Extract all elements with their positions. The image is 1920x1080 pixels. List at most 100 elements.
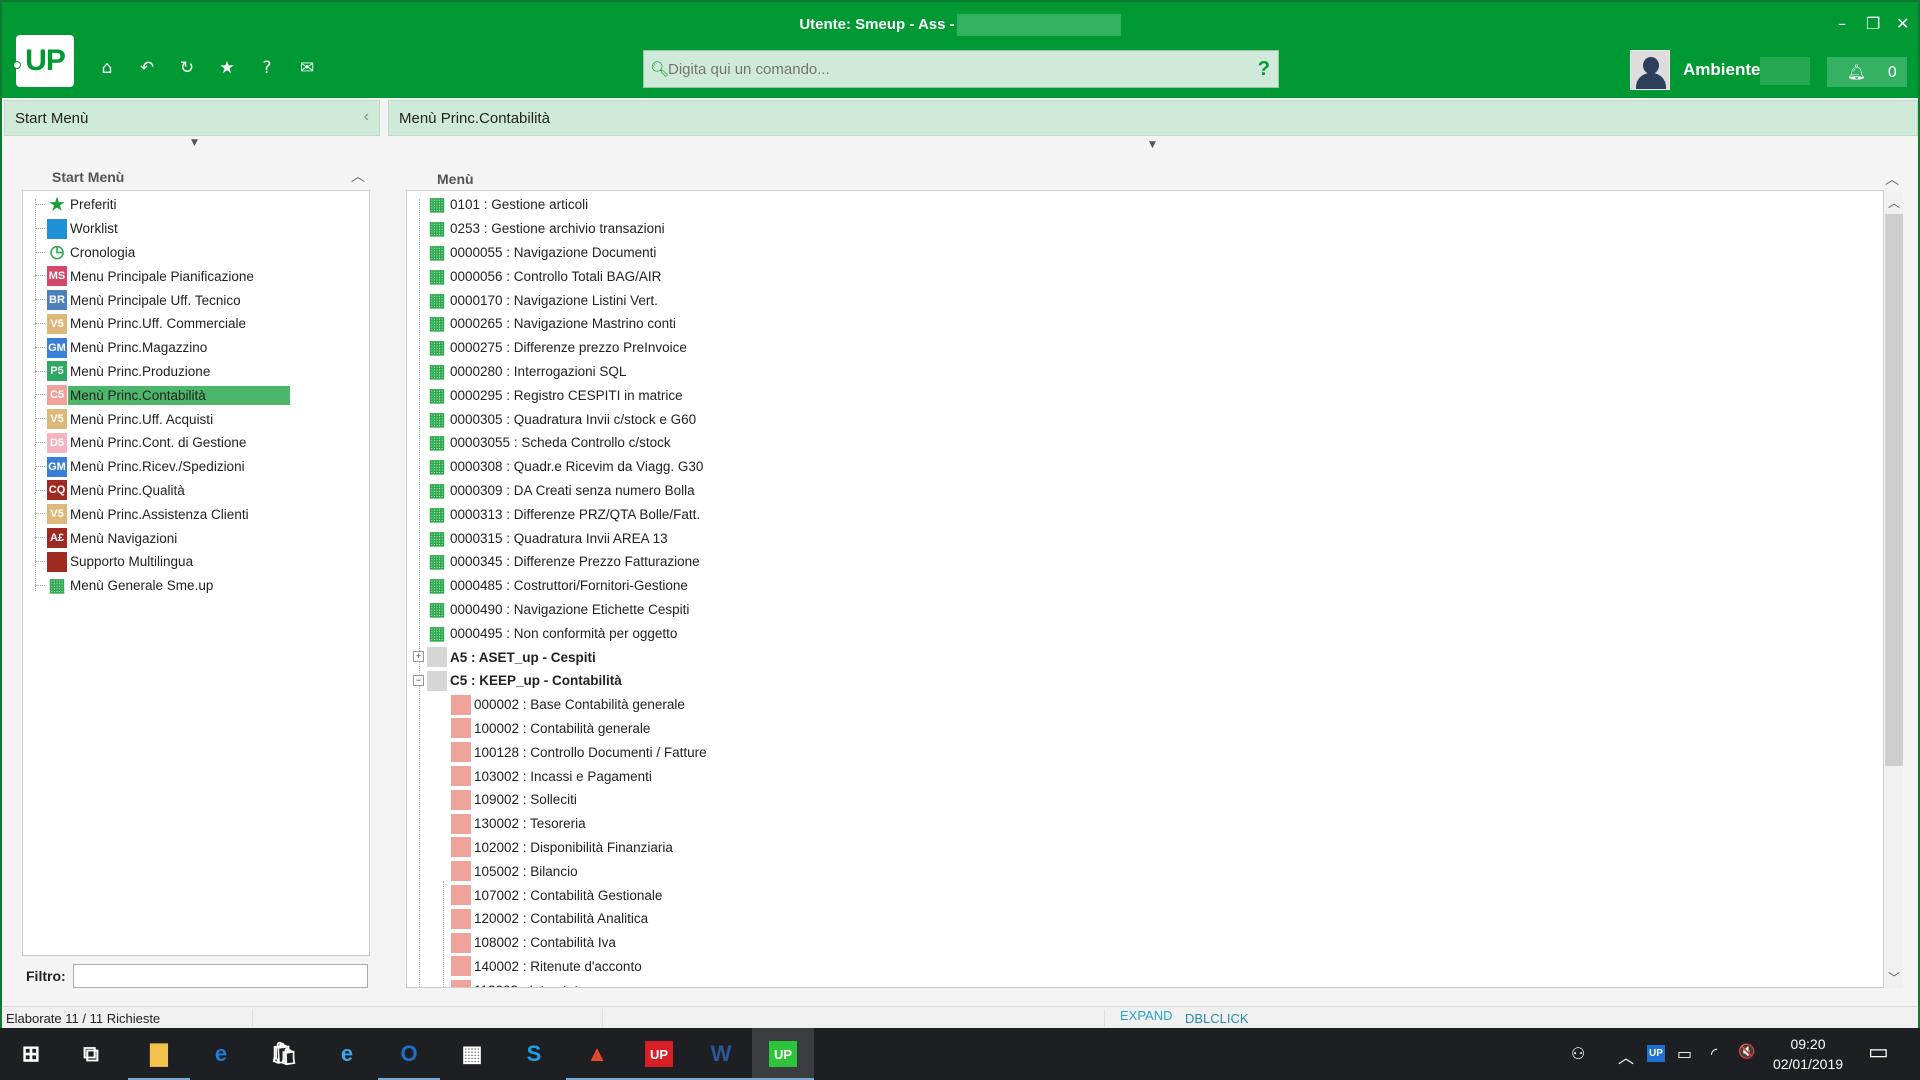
environment-value[interactable] xyxy=(1760,57,1810,85)
start-menu-item[interactable]: GM Menù Princ.Ricev./Spedizioni xyxy=(23,455,369,479)
file-explorer-app[interactable]: ▇ xyxy=(128,1028,190,1080)
menu-group-row[interactable]: + A5 : ASET_up - Cespiti xyxy=(407,645,1883,669)
command-input[interactable] xyxy=(668,51,1258,87)
skype-app[interactable]: S xyxy=(503,1028,565,1080)
undo-icon[interactable]: ↶ xyxy=(137,58,157,78)
outlook-app[interactable]: O xyxy=(378,1028,440,1080)
scroll-down-icon[interactable]: ﹀ xyxy=(1885,969,1903,986)
menu-item-row[interactable]: 140002 : Ritenute d'acconto xyxy=(407,955,1883,979)
menu-item-row[interactable]: 102002 : Disponibilità Finanziaria xyxy=(407,836,1883,860)
expand-link[interactable]: EXPAND xyxy=(1120,1009,1173,1022)
menu-item-row[interactable]: ▦ 0000280 : Interrogazioni SQL xyxy=(407,360,1883,384)
command-help-icon[interactable]: ? xyxy=(1258,58,1270,81)
start-menu-item[interactable]: Worklist xyxy=(23,217,369,241)
menu-item-row[interactable]: ▦ 0000170 : Navigazione Listini Vert. xyxy=(407,288,1883,312)
menu-item-row[interactable]: ▦ 0253 : Gestione archivio transazioni xyxy=(407,217,1883,241)
people-icon[interactable]: ⚇ xyxy=(1571,1044,1585,1063)
tray-chevron-icon[interactable]: ︿ xyxy=(1618,1044,1634,1068)
user-avatar[interactable] xyxy=(1630,50,1670,90)
start-menu-item[interactable]: CQ Menù Princ.Qualità xyxy=(23,479,369,503)
menu-item-row[interactable]: ▦ 0000275 : Differenze prezzo PreInvoice xyxy=(407,336,1883,360)
menu-item-row[interactable]: 108002 : Contabilità Iva xyxy=(407,931,1883,955)
notifications-button[interactable]: 🔔︎ 0 xyxy=(1827,57,1907,87)
start-menu-item[interactable]: D5 Menù Princ.Cont. di Gestione xyxy=(23,431,369,455)
store-app[interactable]: 🛍 xyxy=(253,1028,315,1080)
dblclick-link[interactable]: DBLCLICK xyxy=(1185,1011,1249,1026)
filter-input[interactable] xyxy=(73,964,368,988)
menu-item-row[interactable]: ▦ 0000055 : Navigazione Documenti xyxy=(407,241,1883,265)
expand-icon[interactable]: + xyxy=(413,651,424,663)
restore-button[interactable]: ❐ xyxy=(1866,14,1880,33)
action-center-icon[interactable]: ▭ xyxy=(1868,1040,1889,1065)
menu-item-row[interactable]: 103002 : Incassi e Pagamenti xyxy=(407,764,1883,788)
start-button[interactable]: ⊞ xyxy=(0,1028,62,1080)
smeup-tray-icon[interactable]: UP xyxy=(1647,1045,1665,1062)
menu-item-row[interactable]: 120002 : Contabilità Analitica xyxy=(407,907,1883,931)
start-menu-item[interactable]: ▦ Menù Generale Sme.up xyxy=(23,574,369,598)
menu-item-row[interactable]: ▦ 0000295 : Registro CESPITI in matrice xyxy=(407,383,1883,407)
close-button[interactable]: ✕ xyxy=(1896,14,1909,33)
start-menu-item[interactable]: V5 Menù Princ.Assistenza Clienti xyxy=(23,502,369,526)
start-menu-item[interactable]: BR Menù Principale Uff. Tecnico xyxy=(23,288,369,312)
right-dropdown-arrow-icon[interactable]: ▼ xyxy=(1149,140,1156,150)
start-menu-item[interactable]: V5 Menù Princ.Uff. Commerciale xyxy=(23,312,369,336)
vertical-scrollbar[interactable]: ︿ ﹀ xyxy=(1885,192,1903,988)
menu-item-row[interactable]: ▦ 0000315 : Quadratura Invii AREA 13 xyxy=(407,526,1883,550)
smeup-red-app[interactable]: UP xyxy=(628,1028,690,1080)
menu-group-row[interactable]: − C5 : KEEP_up - Contabilità xyxy=(407,669,1883,693)
menu-item-row[interactable]: ▦ 00003055 : Scheda Controllo c/stock xyxy=(407,431,1883,455)
left-section-collapse-icon[interactable]: ︿ xyxy=(351,166,365,186)
collapse-icon[interactable]: − xyxy=(413,674,424,686)
edge-app[interactable]: e xyxy=(190,1028,252,1080)
menu-item-row[interactable]: 105002 : Bilancio xyxy=(407,859,1883,883)
collapse-left-panel-icon[interactable]: ‹ xyxy=(364,108,369,126)
start-menu-item[interactable]: ◷ Cronologia xyxy=(23,241,369,265)
menu-item-row[interactable]: 100002 : Contabilità generale xyxy=(407,717,1883,741)
start-menu-item[interactable]: GM Menù Princ.Magazzino xyxy=(23,336,369,360)
minimize-button[interactable]: – xyxy=(1838,14,1846,33)
menu-item-row[interactable]: ▦ 0000309 : DA Creati senza numero Bolla xyxy=(407,479,1883,503)
start-menu-item[interactable]: ★ Preferiti xyxy=(23,193,369,217)
menu-item-row[interactable]: 112002 : Intrastat xyxy=(407,978,1883,987)
menu-item-row[interactable]: 109002 : Solleciti xyxy=(407,788,1883,812)
scrollbar-thumb[interactable] xyxy=(1885,214,1903,766)
right-section-collapse-icon[interactable]: ︿ xyxy=(1885,169,1899,189)
menu-item-row[interactable]: 000002 : Base Contabilità generale xyxy=(407,693,1883,717)
menu-item-row[interactable]: 107002 : Contabilità Gestionale xyxy=(407,883,1883,907)
left-dropdown-arrow-icon[interactable]: ▼ xyxy=(191,138,198,148)
menu-item-row[interactable]: ▦ 0000345 : Differenze Prezzo Fatturazion… xyxy=(407,550,1883,574)
menu-item-row[interactable]: ▦ 0000056 : Controllo Totali BAG/AIR xyxy=(407,264,1883,288)
clock[interactable]: 09:20 02/01/2019 xyxy=(1768,1034,1848,1074)
menu-item-row[interactable]: ▦ 0000265 : Navigazione Mastrino conti xyxy=(407,312,1883,336)
scroll-up-icon[interactable]: ︿ xyxy=(1885,194,1903,211)
menu-item-row[interactable]: ▦ 0000495 : Non conformità per oggetto xyxy=(407,621,1883,645)
menu-item-row[interactable]: ▦ 0000308 : Quadr.e Ricevim da Viagg. G30 xyxy=(407,455,1883,479)
help-icon[interactable]: ? xyxy=(257,58,277,78)
smeup-logo[interactable]: UP xyxy=(13,35,74,87)
calculator-app[interactable]: ▦ xyxy=(441,1028,503,1080)
menu-item-row[interactable]: ▦ 0000305 : Quadratura Invii c/stock e G6… xyxy=(407,407,1883,431)
battery-icon[interactable]: ▭ xyxy=(1677,1044,1692,1063)
word-app[interactable]: W xyxy=(690,1028,752,1080)
menu-item-row[interactable]: ▦ 0000485 : Costruttori/Fornitori-Gestion… xyxy=(407,574,1883,598)
mail-icon[interactable]: ✉ xyxy=(297,58,317,78)
menu-item-row[interactable]: ▦ 0101 : Gestione articoli xyxy=(407,193,1883,217)
start-menu-item[interactable]: MS Menu Principale Pianificazione xyxy=(23,264,369,288)
star-icon[interactable]: ★ xyxy=(217,58,237,78)
menu-item-row[interactable]: ▦ 0000490 : Navigazione Etichette Cespiti xyxy=(407,598,1883,622)
menu-item-row[interactable]: ▦ 0000313 : Differenze PRZ/QTA Bolle/Fatt… xyxy=(407,502,1883,526)
paint-app[interactable]: ▲ xyxy=(566,1028,628,1080)
start-menu-item[interactable]: C5 Menù Princ.Contabilità xyxy=(23,383,369,407)
refresh-icon[interactable]: ↻ xyxy=(177,58,197,78)
menu-item-row[interactable]: 130002 : Tesoreria xyxy=(407,812,1883,836)
volume-muted-icon[interactable]: 🔇 xyxy=(1738,1044,1755,1060)
start-menu-item[interactable]: V5 Menù Princ.Uff. Acquisti xyxy=(23,407,369,431)
menu-item-row[interactable]: 100128 : Controllo Documenti / Fatture xyxy=(407,740,1883,764)
internet-explorer-app[interactable]: e xyxy=(316,1028,378,1080)
home-icon[interactable]: ⌂ xyxy=(97,58,117,78)
start-menu-item[interactable]: P5 Menù Princ.Produzione xyxy=(23,360,369,384)
task-view-button[interactable]: ⧉ xyxy=(60,1028,122,1080)
start-menu-item[interactable]: A£ Menù Navigazioni xyxy=(23,526,369,550)
start-menu-item[interactable]: Supporto Multilingua xyxy=(23,550,369,574)
smeup-green-app[interactable]: UP xyxy=(752,1028,814,1080)
